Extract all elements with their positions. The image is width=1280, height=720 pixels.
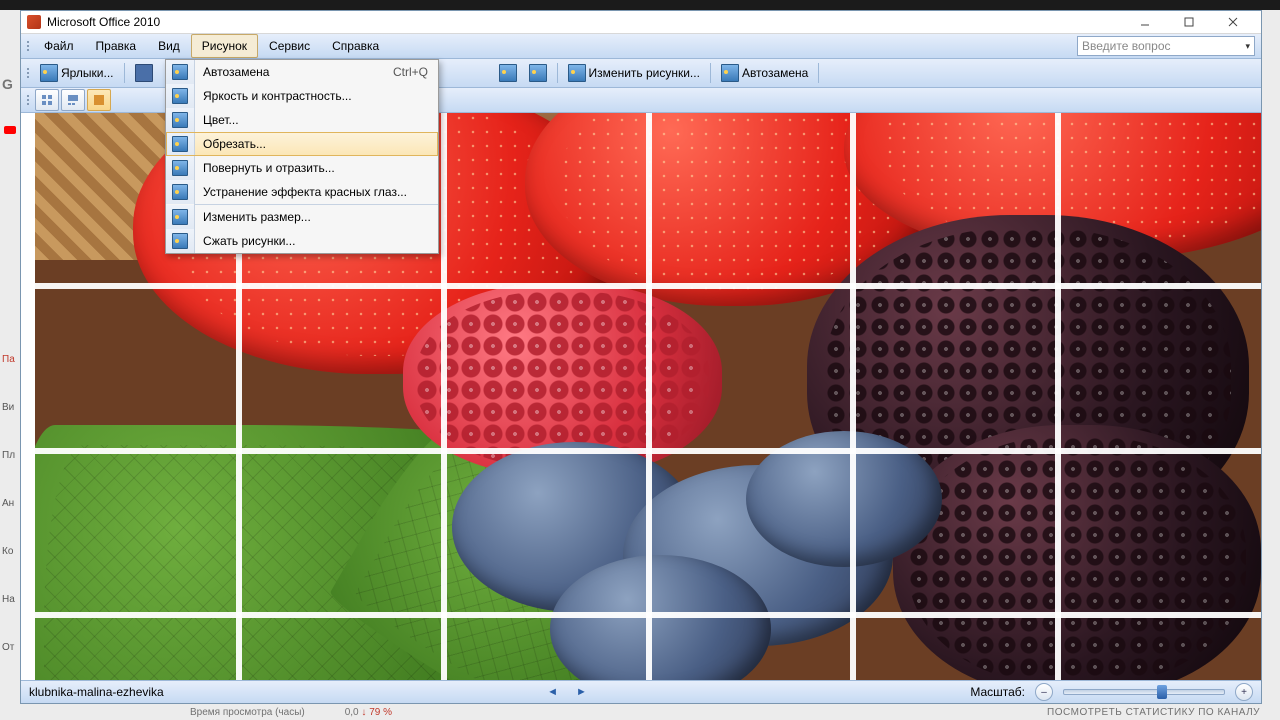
menu-item-label: Изменить размер... (203, 210, 428, 224)
autocorrect-icon (172, 64, 188, 80)
window-title: Microsoft Office 2010 (47, 15, 160, 29)
help-question-input[interactable]: Введите вопрос ▾ (1077, 36, 1255, 56)
menu-item-label: Сжать рисунки... (203, 234, 428, 248)
zoom-in-button[interactable]: + (1235, 683, 1253, 701)
view-thumbs-button[interactable] (35, 89, 59, 111)
color-icon (172, 112, 188, 128)
shortcuts-icon (40, 64, 58, 82)
rotate-icon (172, 160, 188, 176)
zoom-slider[interactable] (1063, 689, 1225, 695)
menubar: Файл Правка Вид Рисунок Сервис Справка В… (21, 34, 1261, 59)
view-filmstrip-button[interactable] (61, 89, 85, 111)
rotate-right-icon (529, 64, 547, 82)
picture-menu-dropdown: АвтозаменаCtrl+Q Яркость и контрастность.… (165, 59, 439, 254)
menu-tools[interactable]: Сервис (258, 34, 321, 58)
menu-item-brightness-icon[interactable]: Яркость и контрастность... (166, 84, 438, 108)
background-left-strip: G Па Ви Пл Ан Ко На От (0, 10, 21, 704)
menu-item-redeye-icon[interactable]: Устранение эффекта красных глаз... (166, 180, 438, 204)
os-taskbar (0, 0, 1280, 10)
app-icon (27, 15, 41, 29)
chevron-down-icon: ▾ (1245, 41, 1250, 52)
menu-file[interactable]: Файл (33, 34, 85, 58)
rotate-left-button[interactable] (494, 61, 522, 85)
zoom-label: Масштаб: (970, 685, 1025, 699)
background-bottom-strip: Время просмотра (часы) 0,0 ↓ 79 % ПОСМОТ… (0, 704, 1280, 720)
save-icon (135, 64, 153, 82)
toolbar-grip[interactable] (25, 34, 31, 58)
resize-icon (568, 64, 586, 82)
view-single-button[interactable] (87, 89, 111, 111)
filename-label: klubnika-malina-ezhevika (29, 685, 164, 699)
menu-item-shortcut: Ctrl+Q (393, 65, 428, 79)
resize-pictures-button[interactable]: Изменить рисунки... (563, 61, 705, 85)
menu-item-label: Повернуть и отразить... (203, 161, 428, 175)
redeye-icon (172, 184, 188, 200)
youtube-icon (4, 126, 16, 134)
menu-view[interactable]: Вид (147, 34, 191, 58)
maximize-button[interactable] (1167, 11, 1211, 33)
menu-picture[interactable]: Рисунок (191, 34, 258, 58)
menu-item-rotate-icon[interactable]: Повернуть и отразить... (166, 156, 438, 180)
close-button[interactable] (1211, 11, 1255, 33)
menu-help[interactable]: Справка (321, 34, 390, 58)
rotate-left-icon (499, 64, 517, 82)
background-right-strip (1262, 10, 1280, 704)
autocorrect-button[interactable]: Автозамена (716, 61, 813, 85)
toolbar-grip[interactable] (25, 95, 31, 105)
compress-icon (172, 233, 188, 249)
statusbar: klubnika-malina-ezhevika ◄ ► Масштаб: – … (21, 680, 1261, 703)
menu-item-crop-icon[interactable]: Обрезать... (166, 132, 438, 156)
autocorrect-icon (721, 64, 739, 82)
minimize-button[interactable] (1123, 11, 1167, 33)
prev-image-button[interactable]: ◄ (543, 686, 562, 698)
zoom-out-button[interactable]: – (1035, 683, 1053, 701)
menu-item-label: Устранение эффекта красных глаз... (203, 185, 428, 199)
menu-edit[interactable]: Правка (85, 34, 148, 58)
save-button[interactable] (130, 61, 158, 85)
next-image-button[interactable]: ► (572, 686, 591, 698)
menu-item-autocorrect-icon[interactable]: АвтозаменаCtrl+Q (166, 60, 438, 84)
menu-item-label: Яркость и контрастность... (203, 89, 428, 103)
zoom-thumb[interactable] (1157, 685, 1167, 699)
menu-item-label: Цвет... (203, 113, 428, 127)
menu-item-color-icon[interactable]: Цвет... (166, 108, 438, 132)
menu-item-label: Обрезать... (203, 137, 428, 151)
rotate-right-button[interactable] (524, 61, 552, 85)
titlebar[interactable]: Microsoft Office 2010 (21, 11, 1261, 34)
menu-item-label: Автозамена (203, 65, 393, 79)
crop-icon (172, 136, 188, 152)
brightness-icon (172, 88, 188, 104)
resize-icon (172, 209, 188, 225)
menu-item-resize-icon[interactable]: Изменить размер... (166, 205, 438, 229)
toolbar-grip[interactable] (25, 68, 31, 78)
shortcuts-button[interactable]: Ярлыки... (35, 61, 119, 85)
menu-item-compress-icon[interactable]: Сжать рисунки... (166, 229, 438, 253)
